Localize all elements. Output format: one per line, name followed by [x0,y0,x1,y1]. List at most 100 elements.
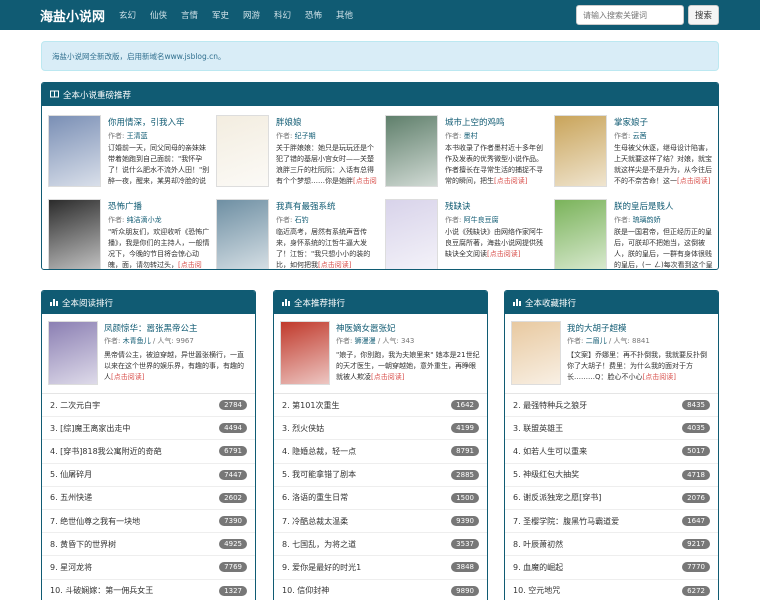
rank-list-item[interactable]: 6. 谢反派独宠之愿[穿书] 2076 [505,487,718,510]
book-cover[interactable] [554,199,607,269]
nav-item-yanqing[interactable]: 言情 [174,9,205,21]
rank-list-item[interactable]: 4. [穿书]818我公寓附近的奇葩 6791 [42,440,255,464]
popularity-value: 343 [401,337,415,345]
rank-book-link[interactable]: 3. [综]魔王离家出走中 [50,423,219,434]
rank-list-item[interactable]: 6. 五州快递 2602 [42,487,255,510]
book-author: 作者: 琉璃韵娇 [614,215,661,225]
rank-list-item[interactable]: 2. 第101次重生 1642 [274,394,487,418]
rank-book-link[interactable]: 9. 星河龙将 [50,562,219,573]
rank-book-link[interactable]: 9. 血魔的崛起 [513,562,682,573]
book-cover[interactable] [48,199,101,269]
rank-book-link[interactable]: 7. 圣樱学院：腹黑竹马霸道爱 [513,516,682,527]
rank-list-item[interactable]: 7. 绝世仙尊之我有一块地 7390 [42,510,255,534]
rank-list-item[interactable]: 7. 冷酷总裁太温柔 9390 [274,510,487,534]
search-input[interactable] [576,5,684,25]
rank-list-item[interactable]: 3. 联盟英雄王 4035 [505,417,718,441]
rank-list-item[interactable]: 3. [综]魔王离家出走中 4494 [42,417,255,441]
search-button[interactable]: 搜索 [688,5,719,25]
rank-book-link[interactable]: 2. 二次元白宇 [50,400,219,411]
nav-item-kongbu[interactable]: 恐怖 [298,9,329,21]
rank-list-item[interactable]: 8. 七国乱，为将之道 3537 [274,533,487,557]
rank-list-item[interactable]: 2. 最强特种兵之狼牙 8435 [505,394,718,418]
rank-book-link[interactable]: 3. 烈火侠姑 [282,423,451,434]
rank-book-link[interactable]: 4. 如若人生可以重来 [513,446,682,457]
rank-list-item[interactable]: 5. 仙屠碎月 7447 [42,464,255,487]
book-title-link[interactable]: 凤颜惊华：嚣张黑帝公主 [104,322,198,334]
read-link[interactable]: [点击阅读] [494,177,527,185]
book-title-link[interactable]: 我的大胡子超模 [567,322,627,334]
nav-item-xuanhuan[interactable]: 玄幻 [112,9,143,21]
read-link[interactable]: [点击阅读] [487,250,520,258]
rank-book-link[interactable]: 8. 黄昏下的世界树 [50,539,219,550]
rank-book-link[interactable]: 9. 爱你是最好的时光1 [282,562,451,573]
rank-list-item[interactable]: 9. 血魔的崛起 7770 [505,556,718,580]
book-title-link[interactable]: 掌家娘子 [614,116,648,128]
book-cover[interactable] [216,199,269,269]
rank-book-link[interactable]: 10. 信仰封神 [282,585,451,596]
book-cover[interactable] [511,321,561,385]
rank-list-item[interactable]: 6. 洛语的重生日常 1500 [274,487,487,510]
rank-book-link[interactable]: 8. 七国乱，为将之道 [282,539,451,550]
rank-book-link[interactable]: 10. 斗破娴嫁：第一佣兵女王 [50,585,219,596]
book-cover[interactable] [554,115,607,187]
book-title-link[interactable]: 城市上空的鸡鸣 [445,116,505,128]
nav-item-qita[interactable]: 其他 [329,9,360,21]
rank-list-item[interactable]: 7. 圣樱学院：腹黑竹马霸道爱 1647 [505,510,718,534]
book-cover[interactable] [385,199,438,269]
rank-list-item[interactable]: 8. 叶辰萧初然 9217 [505,533,718,557]
rank-book-link[interactable]: 4. 隐婚总裁，轻一点 [282,446,451,457]
rank-book-link[interactable]: 2. 第101次重生 [282,400,451,411]
rank-list-item[interactable]: 2. 二次元白宇 2784 [42,394,255,418]
rank-list-item[interactable]: 5. 神级红包大抽奖 4718 [505,464,718,487]
nav-item-junshi[interactable]: 军史 [205,9,236,21]
book-title-link[interactable]: 胖娘娘 [276,116,302,128]
rank-list-item[interactable]: 5. 我可能拿错了剧本 2885 [274,464,487,487]
rank-list-item[interactable]: 10. 空元地咒 6272 [505,580,718,600]
read-link[interactable]: [点击阅读] [111,373,144,381]
rank-book-link[interactable]: 10. 空元地咒 [513,585,682,596]
rank-list-item[interactable]: 9. 爱你是最好的时光1 3848 [274,556,487,580]
count-badge: 4494 [219,423,247,434]
book-cover[interactable] [216,115,269,187]
read-link[interactable]: [点击阅读] [371,373,404,381]
book-cover[interactable] [48,115,101,187]
book-title-link[interactable]: 神医嫡女嚣张妃 [336,322,396,334]
book-cover[interactable] [48,321,98,385]
rank-book-link[interactable]: 6. 谢反派独宠之愿[穿书] [513,492,682,503]
author-label: 作者: [445,216,462,224]
rank-book-link[interactable]: 3. 联盟英雄王 [513,423,682,434]
read-link[interactable]: [点击阅读] [677,177,710,185]
rank-list-item[interactable]: 4. 隐婚总裁，轻一点 8791 [274,440,487,464]
count-badge: 8435 [682,400,710,411]
nav-item-wangyou[interactable]: 网游 [236,9,267,21]
rank-list-item[interactable]: 10. 信仰封神 9890 [274,580,487,600]
rank-book-link[interactable]: 7. 绝世仙尊之我有一块地 [50,516,219,527]
rank-list-item[interactable]: 8. 黄昏下的世界树 4925 [42,533,255,557]
rank-book-link[interactable]: 8. 叶辰萧初然 [513,539,682,550]
rank-list-item[interactable]: 4. 如若人生可以重来 5017 [505,440,718,464]
rank-list-item[interactable]: 9. 星河龙将 7769 [42,556,255,580]
rank-book-link[interactable]: 2. 最强特种兵之狼牙 [513,400,682,411]
book-title-link[interactable]: 恐怖广播 [108,200,142,212]
rank-book-link[interactable]: 7. 冷酷总裁太温柔 [282,516,451,527]
nav-item-kehuan[interactable]: 科幻 [267,9,298,21]
book-cover[interactable] [280,321,330,385]
read-link[interactable]: [点击阅读] [643,373,676,381]
rank-book-link[interactable]: 6. 洛语的重生日常 [282,492,451,503]
count-badge: 1500 [451,492,479,503]
book-cover[interactable] [385,115,438,187]
rank-book-link[interactable]: 6. 五州快递 [50,492,219,503]
rank-list-item[interactable]: 10. 斗破娴嫁：第一佣兵女王 1327 [42,580,255,600]
rank-book-link[interactable]: 5. 神级红包大抽奖 [513,469,682,480]
rank-book-link[interactable]: 5. 我可能拿错了剧本 [282,469,451,480]
read-link[interactable]: [点击阅读] [318,261,351,269]
book-title-link[interactable]: 你用情深，引我入牢 [108,116,185,128]
nav-item-xianxia[interactable]: 仙侠 [143,9,174,21]
rank-list-item[interactable]: 3. 烈火侠姑 4199 [274,417,487,441]
site-logo[interactable]: 海盐小说网 [40,6,108,25]
rank-book-link[interactable]: 5. 仙屠碎月 [50,469,219,480]
book-title-link[interactable]: 残缺诀 [445,200,471,212]
rank-book-link[interactable]: 4. [穿书]818我公寓附近的奇葩 [50,446,219,457]
book-title-link[interactable]: 我真有最强系统 [276,200,336,212]
book-title-link[interactable]: 朕的皇后是贱人 [614,200,674,212]
